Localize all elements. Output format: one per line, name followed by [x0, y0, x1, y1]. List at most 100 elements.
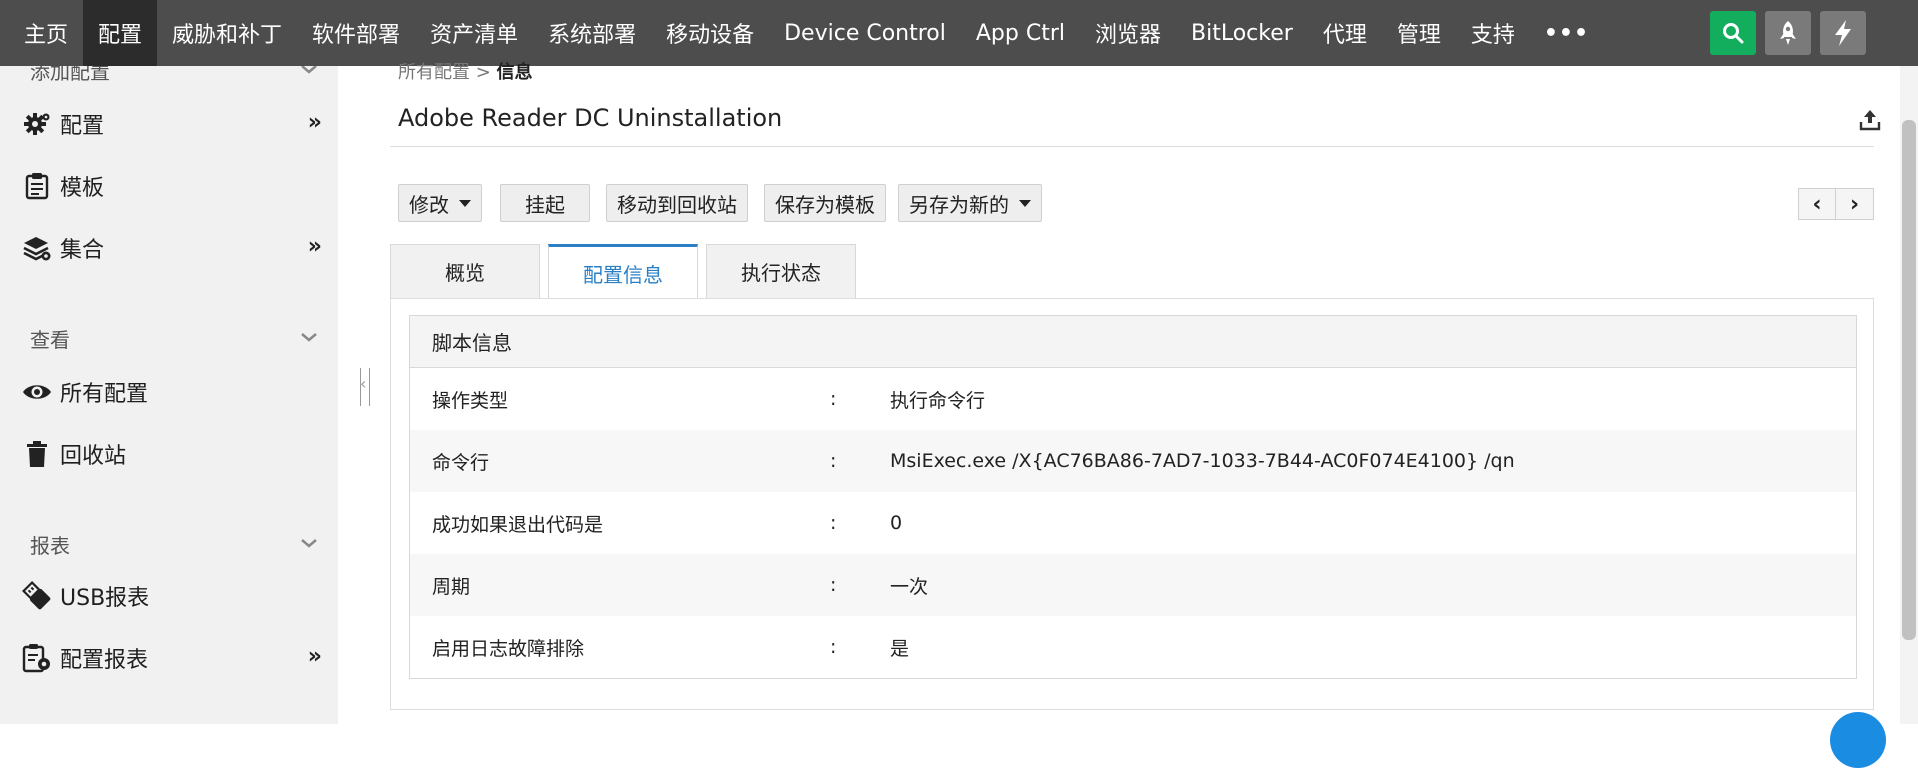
nav-configurations[interactable]: 配置 — [83, 0, 158, 66]
previous-record-button[interactable]: ‹ — [1798, 188, 1836, 220]
sidebar-item-label: 配置 — [60, 114, 105, 139]
page-scrollbar[interactable] — [1900, 66, 1918, 724]
quick-launch-button[interactable] — [1765, 11, 1811, 55]
nav-os-deployment[interactable]: 系统部署 — [533, 0, 651, 66]
info-row: 命令行 : MsiExec.exe /X{AC76BA86-7AD7-1033-… — [410, 430, 1856, 492]
caret-down-icon — [1019, 199, 1031, 207]
info-row-value: MsiExec.exe /X{AC76BA86-7AD7-1033-7B44-A… — [890, 450, 1515, 472]
layers-icon — [22, 233, 52, 263]
info-row-value: 执行命令行 — [890, 389, 986, 412]
nav-device-control[interactable]: Device Control — [769, 0, 961, 66]
export-button[interactable] — [1850, 100, 1890, 140]
top-tools — [1710, 11, 1866, 55]
sidebar-item-configurations[interactable]: 配置 » — [22, 104, 332, 144]
modify-dropdown-button[interactable]: 修改 — [398, 184, 482, 222]
sidebar-collapse-handle[interactable] — [360, 368, 370, 406]
suspend-button[interactable]: 挂起 — [500, 184, 590, 222]
info-row-separator: : — [830, 450, 837, 472]
gear-icon — [22, 109, 52, 139]
sidebar-item-recycle-bin[interactable]: 回收站 — [22, 434, 332, 474]
help-chat-button[interactable] — [1830, 712, 1886, 768]
info-row-separator: : — [830, 574, 837, 596]
move-to-trash-button[interactable]: 移动到回收站 — [606, 184, 748, 222]
info-row-key: 命令行 — [432, 451, 490, 474]
chevron-down-icon[interactable] — [298, 532, 320, 554]
search-button[interactable] — [1710, 11, 1756, 55]
breadcrumb-separator: > — [470, 62, 497, 83]
sidebar-section-reports[interactable]: 报表 — [30, 530, 70, 559]
clipboard-icon — [22, 171, 52, 201]
sidebar-item-label: 模板 — [60, 176, 105, 201]
sidebar-item-collections[interactable]: 集合 » — [22, 228, 332, 268]
save-as-template-button[interactable]: 保存为模板 — [764, 184, 886, 222]
usb-icon — [22, 581, 52, 611]
scrollbar-thumb[interactable] — [1902, 120, 1916, 640]
sidebar-item-templates[interactable]: 模板 — [22, 166, 332, 206]
breadcrumb-current: 信息 — [496, 62, 533, 83]
info-row-value: 一次 — [890, 575, 929, 598]
nav-more-icon[interactable]: ••• — [1530, 0, 1603, 66]
quick-actions-button[interactable] — [1820, 11, 1866, 55]
info-row: 周期 : 一次 — [410, 554, 1856, 616]
script-info-card: 脚本信息 操作类型 : 执行命令行 命令行 : MsiExec.exe /X{A… — [409, 315, 1857, 679]
detail-tabs: 概览 配置信息 执行状态 — [390, 244, 864, 300]
top-navigation-bar: 主页 配置 威胁和补丁 软件部署 资产清单 系统部署 移动设备 Device C… — [0, 0, 1918, 66]
tab-overview[interactable]: 概览 — [390, 244, 540, 298]
info-row: 操作类型 : 执行命令行 — [410, 368, 1856, 430]
page-title: Adobe Reader DC Uninstallation — [398, 104, 783, 132]
script-info-title: 脚本信息 — [410, 316, 1856, 368]
chevron-down-icon[interactable] — [298, 326, 320, 348]
save-as-new-dropdown-button[interactable]: 另存为新的 — [898, 184, 1042, 222]
sidebar-section-add[interactable]: 添加配置 — [30, 66, 110, 85]
nav-bitlocker[interactable]: BitLocker — [1176, 0, 1308, 66]
nav-home[interactable]: 主页 — [0, 0, 83, 66]
info-row-separator: : — [830, 512, 837, 534]
eye-icon — [22, 377, 52, 407]
next-record-button[interactable]: › — [1836, 188, 1874, 220]
submenu-arrow-icon: » — [307, 234, 322, 259]
breadcrumb-parent-link[interactable]: 所有配置 — [398, 62, 470, 83]
nav-inventory[interactable]: 资产清单 — [415, 0, 533, 66]
nav-threats-patches[interactable]: 威胁和补丁 — [157, 0, 297, 66]
nav-app-ctrl[interactable]: App Ctrl — [961, 0, 1080, 66]
info-row-key: 操作类型 — [432, 389, 509, 412]
nav-browsers[interactable]: 浏览器 — [1080, 0, 1176, 66]
info-row-value: 0 — [890, 512, 903, 534]
report-icon — [22, 643, 52, 673]
info-row-value: 是 — [890, 637, 910, 660]
tab-configuration-info[interactable]: 配置信息 — [548, 244, 698, 300]
nav-admin[interactable]: 管理 — [1382, 0, 1456, 66]
save-as-new-button-label: 另存为新的 — [909, 192, 1009, 217]
title-divider — [390, 146, 1874, 147]
breadcrumb: 所有配置 > 信息 — [398, 58, 533, 84]
info-row: 成功如果退出代码是 : 0 — [410, 492, 1856, 554]
sidebar-item-configuration-reports[interactable]: 配置报表 » — [22, 638, 332, 678]
nav-mobile-devices[interactable]: 移动设备 — [651, 0, 769, 66]
sidebar-section-view[interactable]: 查看 — [30, 324, 70, 353]
info-row-key: 周期 — [432, 575, 471, 598]
sidebar-item-all-configurations[interactable]: 所有配置 — [22, 372, 332, 412]
sidebar-item-label: 配置报表 — [60, 648, 149, 673]
trash-icon — [22, 439, 52, 469]
sidebar-item-label: 所有配置 — [60, 382, 149, 407]
sidebar-item-label: 回收站 — [60, 444, 127, 469]
nav-agent[interactable]: 代理 — [1308, 0, 1382, 66]
main-content: 所有配置 > 信息 Adobe Reader DC Uninstallation… — [390, 62, 1890, 724]
suspend-button-label: 挂起 — [525, 192, 565, 217]
info-row-key: 启用日志故障排除 — [432, 637, 585, 660]
modify-button-label: 修改 — [409, 192, 449, 217]
submenu-arrow-icon: » — [307, 644, 322, 669]
search-icon — [1723, 23, 1744, 44]
nav-support[interactable]: 支持 — [1456, 0, 1530, 66]
caret-down-icon — [459, 199, 471, 207]
sidebar-item-usb-report[interactable]: USB报表 — [22, 576, 332, 616]
action-toolbar: 修改 挂起 移动到回收站 保存为模板 另存为新的 — [398, 184, 1042, 222]
sidebar-item-label: 集合 — [60, 238, 105, 263]
submenu-arrow-icon: » — [307, 110, 322, 135]
lightning-icon — [1835, 20, 1851, 46]
sidebar-item-label: USB报表 — [60, 586, 150, 611]
tab-execution-status[interactable]: 执行状态 — [706, 244, 856, 298]
move-to-trash-button-label: 移动到回收站 — [617, 192, 737, 217]
chevron-down-icon[interactable] — [298, 66, 320, 80]
nav-software-deployment[interactable]: 软件部署 — [297, 0, 415, 66]
